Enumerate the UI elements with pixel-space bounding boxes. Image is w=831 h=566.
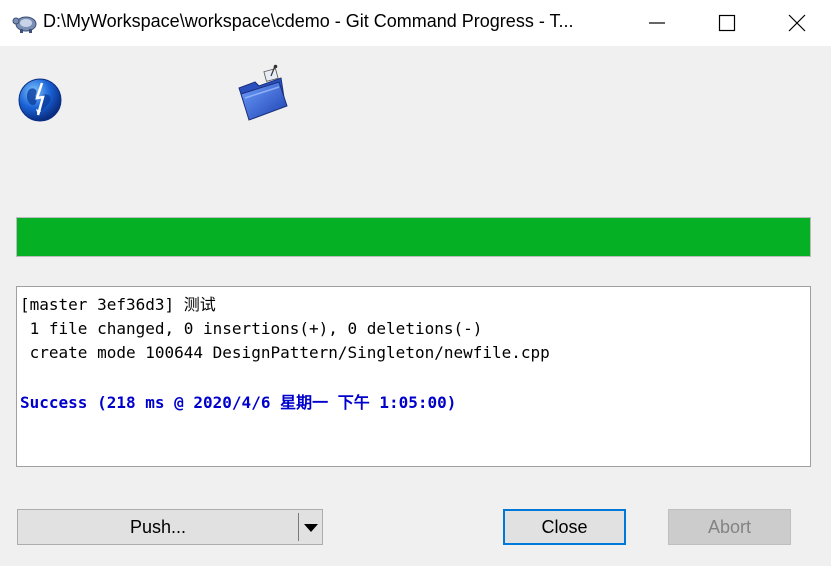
- minimize-icon: [649, 22, 665, 24]
- progress-bar: [16, 217, 811, 257]
- push-dropdown-button[interactable]: [299, 510, 322, 544]
- log-line: [master 3ef36d3] 测试: [20, 295, 216, 314]
- tortoisegit-app-icon: [12, 12, 38, 34]
- progress-bar-fill: [17, 218, 810, 256]
- abort-button[interactable]: Abort: [668, 509, 791, 545]
- window-title: D:\MyWorkspace\workspace\cdemo - Git Com…: [43, 11, 574, 31]
- globe-icon: [16, 77, 64, 123]
- dropdown-arrow-icon: [304, 524, 318, 532]
- close-icon: [788, 14, 806, 32]
- log-line: 1 file changed, 0 insertions(+), 0 delet…: [20, 319, 483, 338]
- log-line: create mode 100644 DesignPattern/Singlet…: [20, 343, 550, 362]
- maximize-button[interactable]: [699, 0, 755, 46]
- folder-icon: [235, 64, 289, 122]
- log-success-message: Success (218 ms @ 2020/4/6 星期一 下午 1:05:0…: [20, 393, 457, 412]
- log-blank-line: [20, 365, 810, 391]
- minimize-button[interactable]: [629, 0, 685, 46]
- push-split-button[interactable]: Push...: [17, 509, 323, 545]
- close-window-button[interactable]: [769, 0, 825, 46]
- maximize-icon: [718, 14, 736, 32]
- close-button[interactable]: Close: [503, 509, 626, 545]
- title-bar[interactable]: D:\MyWorkspace\workspace\cdemo - Git Com…: [0, 0, 831, 46]
- output-log[interactable]: [master 3ef36d3] 测试 1 file changed, 0 in…: [16, 286, 811, 467]
- push-button[interactable]: Push...: [18, 510, 298, 544]
